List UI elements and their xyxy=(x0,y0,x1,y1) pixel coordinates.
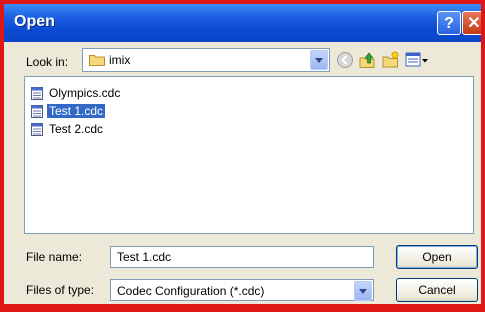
look-in-label: Look in: xyxy=(26,55,69,69)
open-button[interactable]: Open xyxy=(396,245,478,269)
file-name-label: File name: xyxy=(26,250,83,264)
file-type-dropdown[interactable]: Codec Configuration (*.cdc) xyxy=(110,279,374,301)
cdc-file-icon xyxy=(31,105,43,118)
open-dialog: Open ? ✕ Look in: imix Olympics.cdc Test… xyxy=(4,4,481,304)
chevron-down-icon[interactable] xyxy=(310,50,328,70)
help-icon: ? xyxy=(444,15,454,32)
file-name-label: Test 1.cdc xyxy=(47,104,106,118)
cdc-file-icon xyxy=(31,123,43,136)
file-name-input[interactable] xyxy=(110,246,374,268)
look-in-dropdown[interactable]: imix xyxy=(82,48,330,72)
close-icon: ✕ xyxy=(467,15,481,32)
chevron-down-icon[interactable] xyxy=(354,281,372,301)
cdc-file-icon xyxy=(31,87,43,100)
back-icon[interactable] xyxy=(336,51,354,69)
file-list[interactable]: Olympics.cdc Test 1.cdc Test 2.cdc xyxy=(24,76,474,234)
file-name-label: Olympics.cdc xyxy=(49,86,121,100)
close-button[interactable]: ✕ xyxy=(462,11,481,35)
views-menu-icon[interactable] xyxy=(405,51,429,69)
help-button[interactable]: ? xyxy=(437,11,461,35)
cancel-button[interactable]: Cancel xyxy=(396,278,478,302)
file-type-value: Codec Configuration (*.cdc) xyxy=(117,284,265,298)
dialog-title: Open xyxy=(14,13,55,30)
new-folder-icon[interactable] xyxy=(381,51,399,69)
file-name-label: Test 2.cdc xyxy=(49,122,104,136)
title-bar[interactable]: Open ? ✕ xyxy=(4,4,481,42)
up-folder-icon[interactable] xyxy=(358,51,376,69)
folder-icon xyxy=(89,55,105,66)
file-type-label: Files of type: xyxy=(26,283,95,297)
look-in-value: imix xyxy=(109,53,131,67)
